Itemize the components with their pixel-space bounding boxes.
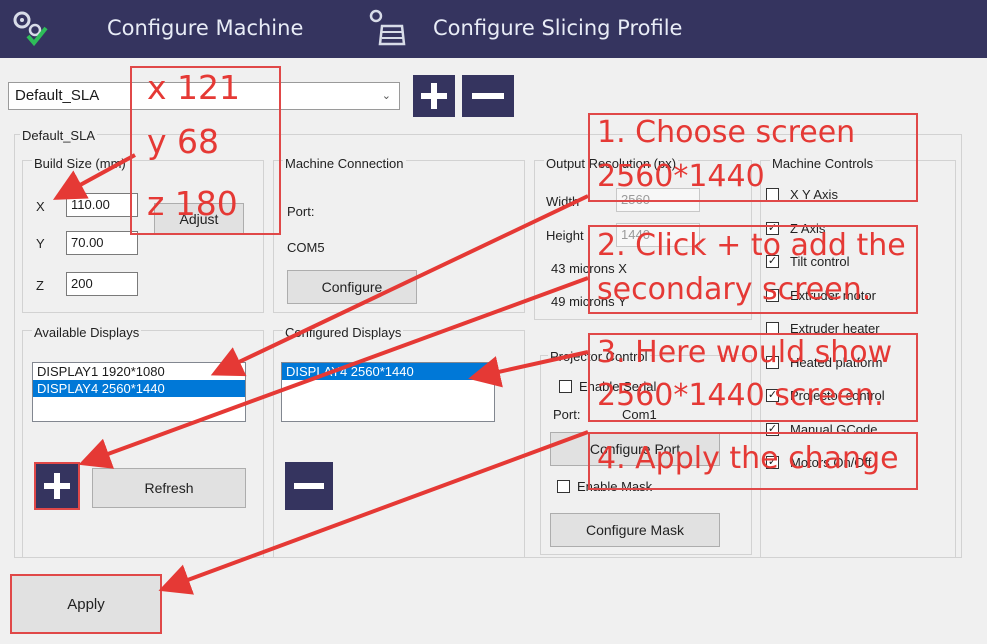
annotation-z-note: z 180 bbox=[147, 184, 238, 223]
annotation-step2-line2: secondary screen. bbox=[597, 272, 872, 307]
annotation-step1-line2: 2560*1440 bbox=[597, 159, 765, 194]
annotation-step4: 4. Apply the change bbox=[597, 441, 899, 476]
annotation-x-note: x 121 bbox=[147, 68, 241, 107]
annotation-y-note: y 68 bbox=[147, 122, 220, 161]
annotation-step2-line1: 2. Click + to add the bbox=[597, 228, 906, 263]
annotation-step3-line2: 2560*1440 screen. bbox=[597, 378, 884, 413]
annotation-step1-line1: 1. Choose screen bbox=[597, 115, 856, 150]
annotation-step3-line1: 3. Here would show bbox=[597, 335, 893, 370]
